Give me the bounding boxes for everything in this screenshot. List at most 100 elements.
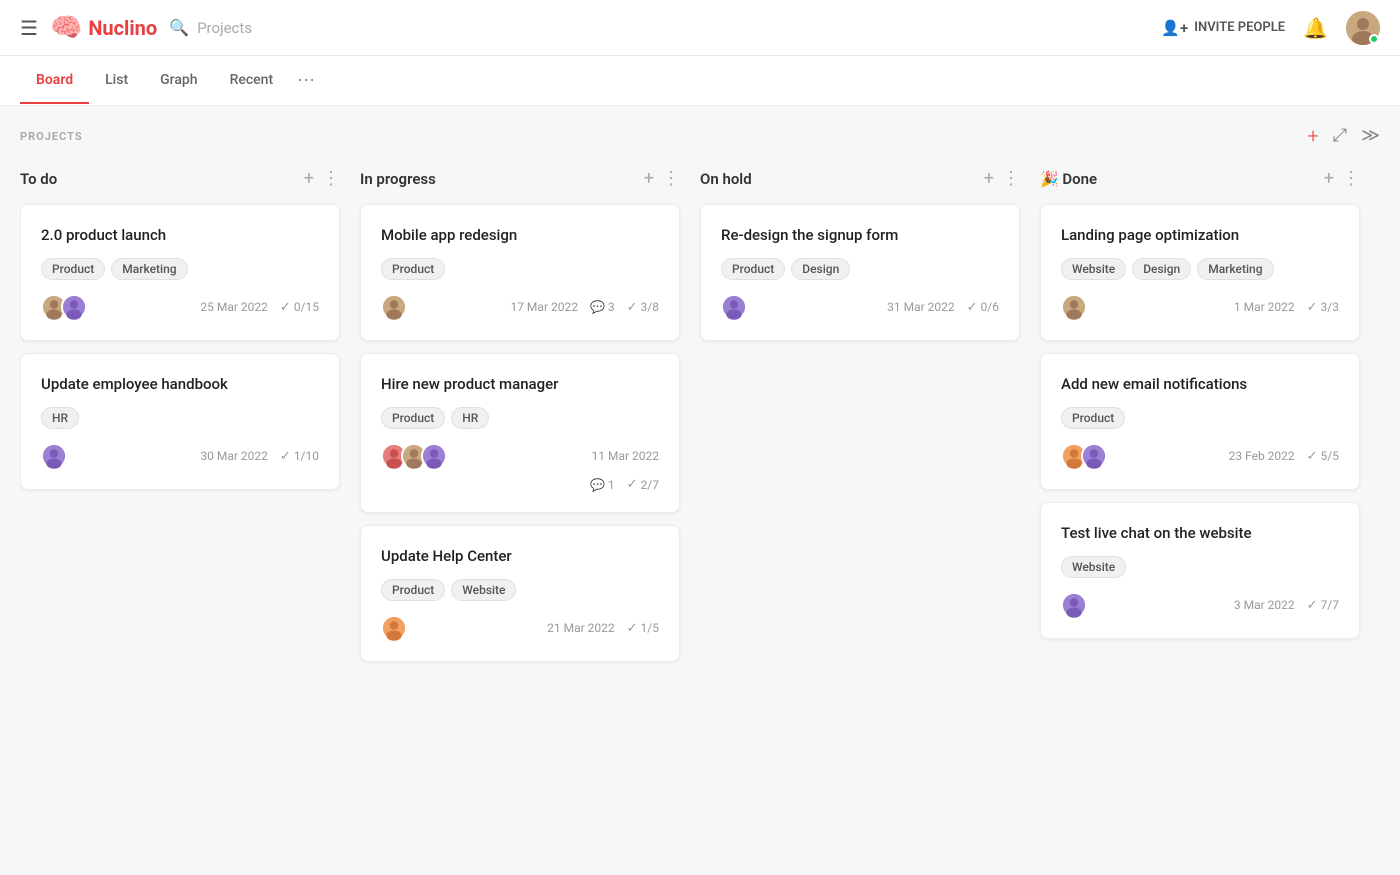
tab-board[interactable]: Board [20, 58, 89, 104]
card-date: 11 Mar 2022 [592, 449, 660, 463]
card-live-chat[interactable]: Test live chat on the website Website 3 … [1040, 502, 1360, 639]
card-footer: 3 Mar 2022 ✓ 7/7 [1061, 592, 1339, 618]
add-card-todo[interactable]: + [304, 170, 314, 188]
notifications-icon[interactable]: 🔔 [1303, 16, 1328, 40]
card-signup-form[interactable]: Re-design the signup form Product Design… [700, 204, 1020, 341]
check-icon: ✓ [1307, 449, 1318, 464]
menu-done[interactable]: ⋮ [1342, 170, 1360, 188]
card-comment: 💬 1 [590, 477, 615, 492]
tag-product: Product [721, 258, 785, 280]
card-meta-row: 💬 1 ✓ 2/7 [381, 477, 659, 492]
user-avatar[interactable] [1346, 11, 1380, 45]
check-icon: ✓ [627, 621, 638, 636]
column-todo-actions: + ⋮ [304, 170, 340, 188]
search-icon: 🔍 [169, 18, 189, 37]
check-icon: ✓ [280, 300, 291, 315]
tag-marketing: Marketing [111, 258, 187, 280]
topbar: ☰ 🧠 Nuclino 🔍 Projects 👤+ INVITE PEOPLE … [0, 0, 1400, 56]
card-title: Hire new product manager [381, 374, 659, 395]
card-tags: Product Marketing [41, 258, 319, 280]
card-tags: Product [1061, 407, 1339, 429]
card-check: ✓ 7/7 [1307, 598, 1339, 613]
card-footer-right: 3 Mar 2022 ✓ 7/7 [1234, 598, 1339, 613]
search-bar[interactable]: 🔍 Projects [169, 18, 252, 37]
add-card-onhold[interactable]: + [984, 170, 994, 188]
collapse-icon[interactable]: ≫ [1361, 127, 1380, 145]
card-avatars [381, 294, 401, 320]
tab-list[interactable]: List [89, 58, 144, 104]
add-card-inprogress[interactable]: + [644, 170, 654, 188]
add-project-button[interactable]: + [1307, 126, 1318, 146]
card-title: Re-design the signup form [721, 225, 999, 246]
avatar [41, 443, 67, 469]
projects-label: PROJECTS [20, 130, 83, 143]
card-avatars [1061, 443, 1101, 469]
card-title: Landing page optimization [1061, 225, 1339, 246]
column-inprogress: In progress + ⋮ Mobile app redesign Prod… [360, 166, 680, 674]
tag-website: Website [1061, 258, 1126, 280]
column-header-done: 🎉 Done + ⋮ [1040, 166, 1360, 192]
invite-button[interactable]: 👤+ INVITE PEOPLE [1161, 19, 1285, 37]
card-title: Update Help Center [381, 546, 659, 567]
main-content: PROJECTS + ⤢ ≫ To do + ⋮ 2.0 product lau… [0, 106, 1400, 694]
tag-product: Product [381, 579, 445, 601]
tab-graph[interactable]: Graph [144, 58, 213, 104]
logo[interactable]: 🧠 Nuclino [50, 13, 157, 43]
column-header-onhold: On hold + ⋮ [700, 166, 1020, 192]
avatar [381, 294, 407, 320]
card-email-notifications[interactable]: Add new email notifications Product [1040, 353, 1360, 490]
card-avatars [41, 294, 81, 320]
card-hire-product-manager[interactable]: Hire new product manager Product HR [360, 353, 680, 513]
card-tags: Product Website [381, 579, 659, 601]
menu-onhold[interactable]: ⋮ [1002, 170, 1020, 188]
card-check: ✓ 3/3 [1307, 300, 1339, 315]
tab-more-icon[interactable]: ⋯ [289, 56, 323, 105]
card-check: ✓ 0/15 [280, 300, 319, 315]
card-footer-right: 30 Mar 2022 ✓ 1/10 [200, 449, 319, 464]
card-tags: HR [41, 407, 319, 429]
add-card-done[interactable]: + [1324, 170, 1334, 188]
column-todo: To do + ⋮ 2.0 product launch Product Mar… [20, 166, 340, 502]
card-landing-page[interactable]: Landing page optimization Website Design… [1040, 204, 1360, 341]
tag-design: Design [1132, 258, 1191, 280]
card-tags: Product HR [381, 407, 659, 429]
column-header-inprogress: In progress + ⋮ [360, 166, 680, 192]
card-date: 21 Mar 2022 [547, 621, 615, 635]
card-tags: Product Design [721, 258, 999, 280]
tab-recent[interactable]: Recent [214, 58, 290, 104]
card-footer-right: 23 Feb 2022 ✓ 5/5 [1229, 449, 1339, 464]
board: To do + ⋮ 2.0 product launch Product Mar… [20, 166, 1380, 674]
card-title: Add new email notifications [1061, 374, 1339, 395]
avatar [1061, 294, 1087, 320]
card-footer: 1 Mar 2022 ✓ 3/3 [1061, 294, 1339, 320]
check-icon: ✓ [1307, 598, 1318, 613]
card-footer: 25 Mar 2022 ✓ 0/15 [41, 294, 319, 320]
menu-icon[interactable]: ☰ [20, 16, 38, 40]
card-avatars [381, 615, 401, 641]
card-check: ✓ 2/7 [627, 477, 659, 492]
card-avatars [721, 294, 741, 320]
card-mobile-redesign[interactable]: Mobile app redesign Product 17 Mar 2022 … [360, 204, 680, 341]
logo-icon: 🧠 [50, 13, 82, 43]
topbar-right: 👤+ INVITE PEOPLE 🔔 [1161, 11, 1380, 45]
card-check: ✓ 3/8 [627, 300, 659, 315]
card-date: 31 Mar 2022 [887, 300, 955, 314]
card-employee-handbook[interactable]: Update employee handbook HR 30 Mar 2022 … [20, 353, 340, 490]
column-title-onhold: On hold [700, 170, 752, 188]
card-title: Mobile app redesign [381, 225, 659, 246]
check-icon: ✓ [967, 300, 978, 315]
menu-todo[interactable]: ⋮ [322, 170, 340, 188]
card-product-launch[interactable]: 2.0 product launch Product Marketing [20, 204, 340, 341]
logo-text: Nuclino [88, 16, 157, 40]
column-done: 🎉 Done + ⋮ Landing page optimization Web… [1040, 166, 1360, 651]
tag-product: Product [1061, 407, 1125, 429]
check-icon: ✓ [627, 300, 638, 315]
tag-marketing: Marketing [1197, 258, 1273, 280]
expand-icon[interactable]: ⤢ [1333, 127, 1347, 145]
check-icon: ✓ [1307, 300, 1318, 315]
column-title-todo: To do [20, 170, 57, 188]
card-update-help-center[interactable]: Update Help Center Product Website 21 Ma… [360, 525, 680, 662]
tag-website: Website [451, 579, 516, 601]
menu-inprogress[interactable]: ⋮ [662, 170, 680, 188]
card-tags: Website Design Marketing [1061, 258, 1339, 280]
